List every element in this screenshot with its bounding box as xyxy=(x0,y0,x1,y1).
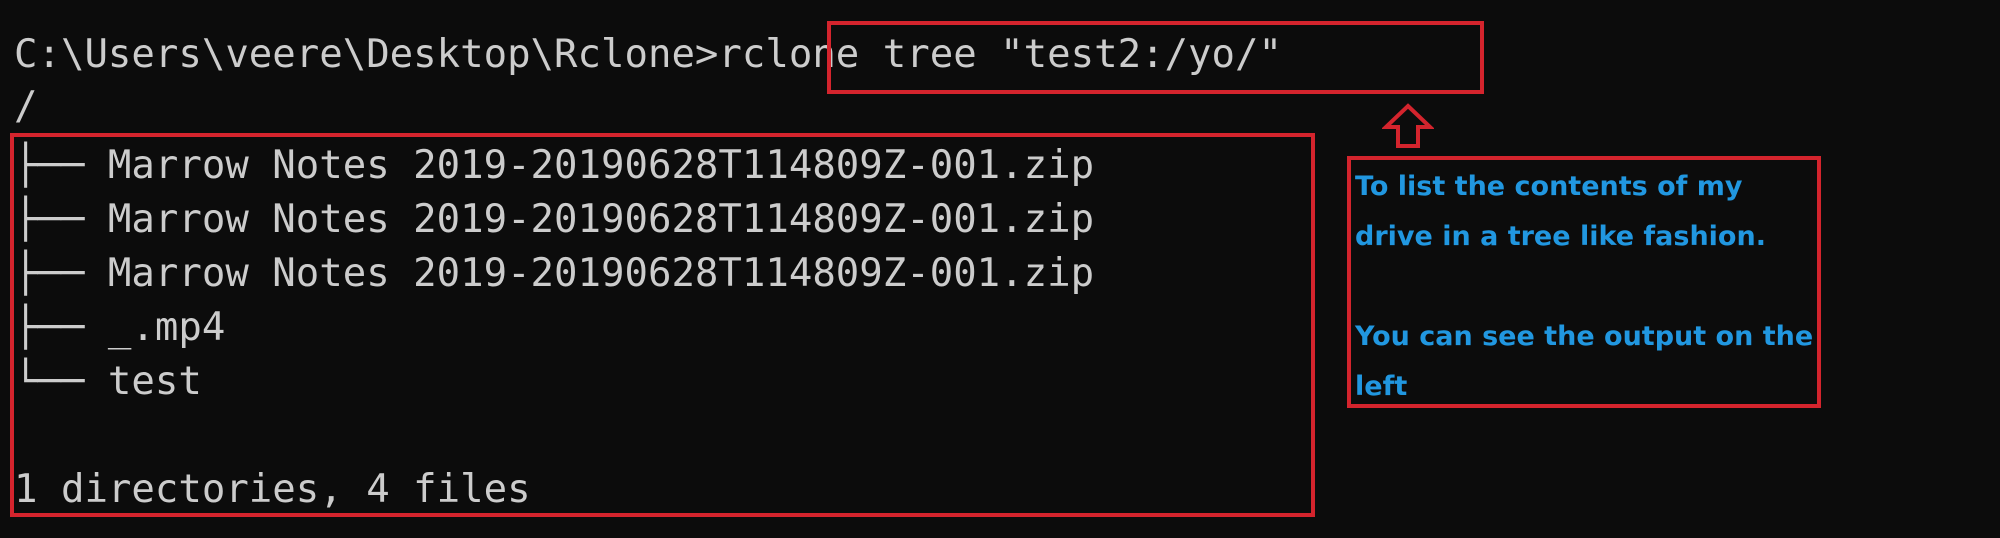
annotation-line-2: You can see the output on the left xyxy=(1355,321,1814,402)
command-highlight-box xyxy=(827,21,1484,94)
terminal-window[interactable]: C:\Users\veere\Desktop\Rclone>rclone tre… xyxy=(0,0,2000,538)
annotation-line-1: To list the contents of my drive in a tr… xyxy=(1355,171,1766,252)
annotation-text: To list the contents of my drive in a tr… xyxy=(1355,162,1815,412)
output-highlight-box xyxy=(10,133,1315,517)
tree-root: / xyxy=(14,84,38,129)
up-arrow-icon xyxy=(1382,103,1434,148)
annotation-spacer xyxy=(1355,262,1815,312)
prompt-path: C:\Users\veere\Desktop\Rclone> xyxy=(14,32,719,77)
